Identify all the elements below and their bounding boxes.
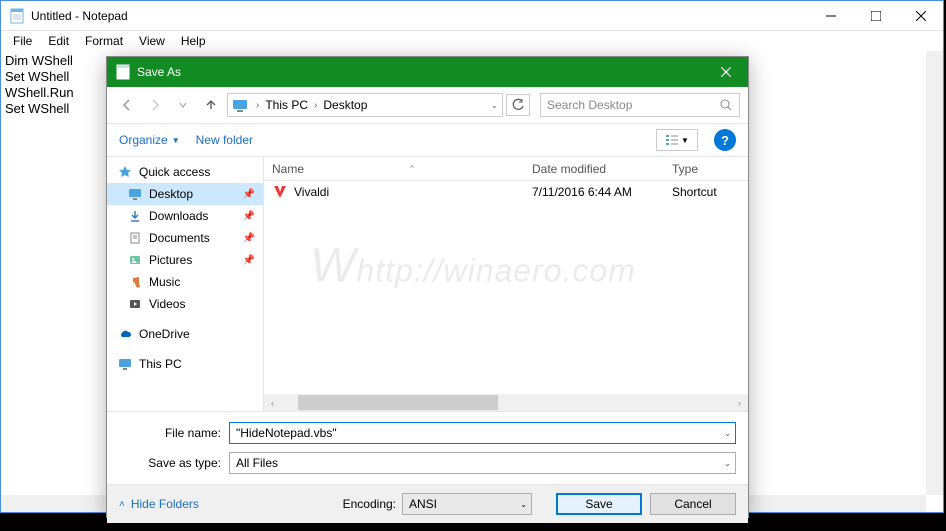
nav-music[interactable]: Music — [107, 271, 263, 293]
column-name[interactable]: Name ^ — [264, 162, 524, 176]
scrollbar-thumb[interactable] — [298, 395, 498, 410]
view-button[interactable]: ▼ — [656, 129, 698, 151]
star-icon — [117, 164, 133, 180]
help-button[interactable]: ? — [714, 129, 736, 151]
saveastype-select[interactable]: All Files ⌄ — [229, 452, 736, 474]
search-input[interactable]: Search Desktop — [540, 93, 740, 117]
filename-input[interactable]: "HideNotepad.vbs" ⌄ — [229, 422, 736, 444]
file-type: Shortcut — [664, 185, 744, 199]
file-name: Vivaldi — [294, 185, 329, 199]
toolbar: Organize ▼ New folder ▼ ? — [107, 123, 748, 157]
chevron-down-icon[interactable]: ⌄ — [520, 500, 527, 509]
saveastype-label: Save as type: — [119, 456, 229, 470]
dialog-body: Quick access Desktop 📌 Downloads 📌 Docum… — [107, 157, 748, 411]
hide-folders-button[interactable]: ˄ Hide Folders — [119, 497, 199, 511]
editor-line: Dim WShell — [5, 53, 73, 68]
menu-view[interactable]: View — [131, 32, 173, 50]
list-view-icon — [665, 133, 679, 147]
videos-icon — [127, 296, 143, 312]
breadcrumb[interactable]: › This PC › Desktop ⌄ — [227, 93, 503, 117]
notepad-titlebar[interactable]: Untitled - Notepad — [1, 1, 943, 31]
window-title: Untitled - Notepad — [31, 9, 808, 23]
sort-asc-icon: ^ — [410, 164, 414, 173]
dialog-icon — [115, 64, 131, 80]
save-button[interactable]: Save — [556, 493, 642, 515]
music-icon — [127, 274, 143, 290]
encoding-label: Encoding: — [343, 497, 396, 511]
breadcrumb-thispc[interactable]: This PC — [263, 98, 310, 112]
chevron-up-icon: ˄ — [119, 499, 125, 510]
vertical-scrollbar[interactable] — [926, 51, 943, 495]
navigation-pane: Quick access Desktop 📌 Downloads 📌 Docum… — [107, 157, 264, 411]
file-date: 7/11/2016 6:44 AM — [524, 185, 664, 199]
chevron-right-icon[interactable]: › — [314, 100, 317, 111]
nav-thispc[interactable]: This PC — [107, 353, 263, 375]
pin-icon: 📌 — [243, 255, 255, 266]
nav-documents[interactable]: Documents 📌 — [107, 227, 263, 249]
breadcrumb-dropdown[interactable]: ⌄ — [491, 101, 498, 110]
maximize-button[interactable] — [853, 1, 898, 30]
menu-edit[interactable]: Edit — [40, 32, 77, 50]
editor-line: Set WShell — [5, 69, 69, 84]
documents-icon — [127, 230, 143, 246]
pc-icon — [117, 356, 133, 372]
file-list: Name ^ Date modified Type Vivaldi 7/11/2… — [264, 157, 748, 411]
nav-quick-access[interactable]: Quick access — [107, 161, 263, 183]
recent-dropdown[interactable] — [171, 93, 195, 117]
forward-button[interactable] — [143, 93, 167, 117]
pin-icon: 📌 — [243, 211, 255, 222]
file-list-scrollbar[interactable]: ‹ › — [264, 394, 748, 411]
chevron-right-icon[interactable]: › — [256, 100, 259, 111]
form-area: File name: "HideNotepad.vbs" ⌄ Save as t… — [107, 411, 748, 484]
editor-line: WShell.Run — [5, 85, 74, 100]
close-button[interactable] — [898, 1, 943, 30]
cloud-icon — [117, 326, 133, 342]
nav-pictures[interactable]: Pictures 📌 — [107, 249, 263, 271]
nav-downloads[interactable]: Downloads 📌 — [107, 205, 263, 227]
encoding-select[interactable]: ANSI ⌄ — [402, 493, 532, 515]
dialog-titlebar[interactable]: Save As — [107, 57, 748, 87]
notepad-icon — [9, 8, 25, 24]
up-button[interactable] — [199, 93, 223, 117]
new-folder-button[interactable]: New folder — [196, 133, 253, 147]
save-as-dialog: Save As › This PC › Desktop ⌄ Search Des… — [106, 56, 749, 518]
menu-help[interactable]: Help — [173, 32, 214, 50]
refresh-button[interactable] — [506, 94, 530, 116]
organize-button[interactable]: Organize ▼ — [119, 133, 180, 147]
minimize-button[interactable] — [808, 1, 853, 30]
nav-videos[interactable]: Videos — [107, 293, 263, 315]
dialog-title: Save As — [137, 65, 703, 79]
editor-line: Set WShell — [5, 101, 69, 116]
nav-desktop[interactable]: Desktop 📌 — [107, 183, 263, 205]
dialog-close-button[interactable] — [703, 57, 748, 87]
chevron-down-icon[interactable]: ⌄ — [724, 429, 731, 438]
cancel-button[interactable]: Cancel — [650, 493, 736, 515]
nav-onedrive[interactable]: OneDrive — [107, 323, 263, 345]
pin-icon: 📌 — [243, 233, 255, 244]
search-icon — [719, 98, 733, 112]
search-placeholder: Search Desktop — [547, 98, 632, 112]
window-controls — [808, 1, 943, 30]
column-headers: Name ^ Date modified Type — [264, 157, 748, 181]
nav-row: › This PC › Desktop ⌄ Search Desktop — [107, 87, 748, 123]
download-icon — [127, 208, 143, 224]
file-row[interactable]: Vivaldi 7/11/2016 6:44 AM Shortcut — [264, 181, 748, 203]
menu-format[interactable]: Format — [77, 32, 131, 50]
desktop-icon — [127, 186, 143, 202]
menu-file[interactable]: File — [5, 32, 40, 50]
vivaldi-icon — [272, 184, 288, 200]
column-type[interactable]: Type — [664, 162, 744, 176]
pictures-icon — [127, 252, 143, 268]
chevron-down-icon[interactable]: ⌄ — [724, 459, 731, 468]
menubar: File Edit Format View Help — [1, 31, 943, 51]
dialog-footer: ˄ Hide Folders Encoding: ANSI ⌄ Save Can… — [107, 484, 748, 523]
breadcrumb-desktop[interactable]: Desktop — [321, 98, 369, 112]
filename-label: File name: — [119, 426, 229, 440]
monitor-icon — [232, 97, 248, 113]
column-date[interactable]: Date modified — [524, 162, 664, 176]
pin-icon: 📌 — [243, 189, 255, 200]
back-button[interactable] — [115, 93, 139, 117]
